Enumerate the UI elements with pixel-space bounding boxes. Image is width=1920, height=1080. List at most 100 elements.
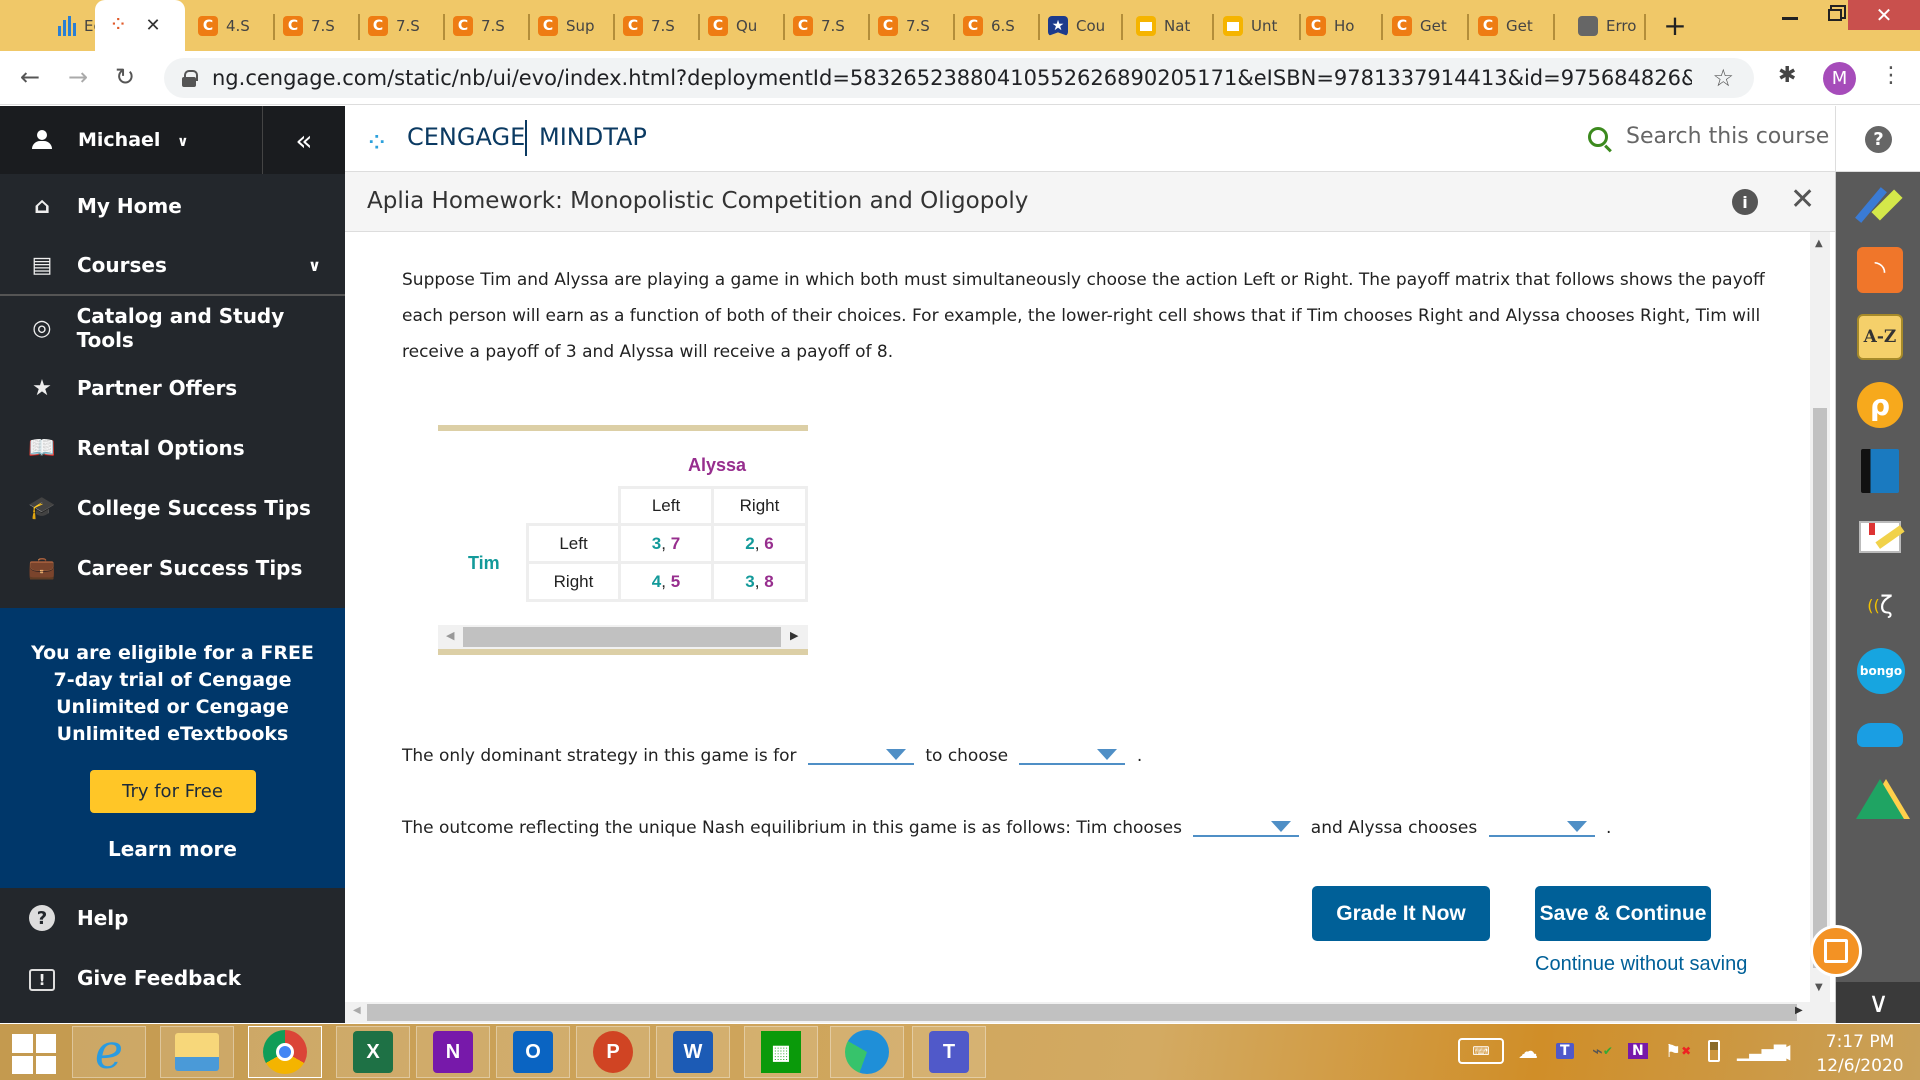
q1-player-dropdown[interactable] (807, 745, 914, 765)
sidebar-item-career-tips[interactable]: 💼 Career Success Tips (0, 538, 345, 598)
browser-tab[interactable]: Nat (1128, 8, 1214, 44)
taskbar-edge[interactable] (830, 1026, 904, 1078)
onenote-tray-icon[interactable]: N (1628, 1036, 1648, 1066)
course-search[interactable]: Search this course (1588, 124, 1829, 152)
grade-it-now-button[interactable]: Grade It Now (1312, 886, 1490, 941)
q2-alyssa-dropdown[interactable] (1488, 817, 1595, 837)
content-scrollbar[interactable]: ▲ ▼ (1810, 232, 1830, 1002)
browser-tab-active[interactable]: ⁘ ✕ (95, 0, 185, 51)
scroll-right-icon[interactable]: ▶ (1795, 1005, 1803, 1016)
battery-icon[interactable] (1708, 1036, 1720, 1066)
scroll-up-icon[interactable]: ▲ (1815, 238, 1823, 249)
scroll-down-icon[interactable]: ▼ (1815, 982, 1823, 993)
sidebar-item-courses[interactable]: ▤ Courses ∨ (0, 236, 345, 296)
sidebar-item-help[interactable]: ? Help (0, 888, 345, 948)
taskbar-onenote[interactable]: N (416, 1026, 490, 1078)
browser-menu-icon[interactable]: ⋮ (1880, 63, 1902, 88)
browser-tab[interactable]: Erro (1570, 8, 1646, 44)
scroll-right-icon[interactable]: ▶ (790, 629, 798, 642)
notes-icon[interactable] (1857, 514, 1905, 560)
page-h-scrollbar[interactable]: ◀ ▶ (345, 1002, 1835, 1023)
q1-action-dropdown[interactable] (1019, 745, 1126, 765)
sidebar-item-rental-options[interactable]: 📖 Rental Options (0, 418, 345, 478)
action-center-flag-icon[interactable]: ⚑ ✖ (1665, 1036, 1691, 1066)
close-activity-icon[interactable]: ✕ (1790, 182, 1815, 217)
browser-tab[interactable]: C 7.S (275, 8, 360, 44)
sidebar-item-feedback[interactable]: ! Give Feedback (0, 948, 345, 1008)
new-tab-button[interactable]: + (1655, 9, 1695, 42)
taskbar-excel[interactable]: X (336, 1026, 410, 1078)
user-menu[interactable]: Michael ∨ (78, 129, 188, 151)
continue-without-saving-link[interactable]: Continue without saving (1535, 953, 1747, 976)
scrollbar-thumb[interactable] (463, 627, 781, 647)
window-close-button[interactable]: ✕ (1848, 0, 1920, 30)
readspeaker-icon[interactable]: ρ (1857, 382, 1903, 428)
clock[interactable]: 7:17 PM 12/6/2020 (1815, 1030, 1905, 1078)
volume-icon[interactable]: ◀ (1775, 1036, 1790, 1066)
scrollbar-thumb[interactable] (367, 1004, 1797, 1021)
forward-icon[interactable]: → (68, 63, 88, 91)
taskbar-powerpoint[interactable]: P (576, 1026, 650, 1078)
taskbar-outlook[interactable]: O (496, 1026, 570, 1078)
reload-icon[interactable]: ↻ (115, 63, 135, 91)
browser-tab[interactable]: C 7.S (445, 8, 530, 44)
browser-tab[interactable]: C Get (1470, 8, 1555, 44)
scroll-left-icon[interactable]: ◀ (353, 1005, 361, 1016)
taskbar-store[interactable]: ▦ (744, 1026, 818, 1078)
browser-tab[interactable]: C 4.S (190, 8, 275, 44)
try-free-button[interactable]: Try for Free (89, 770, 256, 813)
matrix-h-scrollbar[interactable]: ◀ ▶ (438, 625, 808, 649)
sidebar-item-college-tips[interactable]: 🎓 College Success Tips (0, 478, 345, 538)
scrollbar-thumb[interactable] (1813, 408, 1827, 968)
taskbar-word[interactable]: W (656, 1026, 730, 1078)
teams-tray-icon[interactable]: T (1556, 1036, 1574, 1066)
windows-start-icon[interactable] (12, 1034, 56, 1074)
book-icon[interactable] (1857, 448, 1903, 494)
browser-tab[interactable]: C 7.S (785, 8, 870, 44)
taskbar-file-explorer[interactable] (160, 1026, 234, 1078)
learn-more-link[interactable]: Learn more (0, 837, 345, 861)
close-tab-icon[interactable]: ✕ (145, 15, 160, 36)
onedrive-tray-icon[interactable]: ☁ (1518, 1036, 1538, 1066)
sidebar-item-my-home[interactable]: ⌂ My Home (0, 176, 345, 236)
browser-tab[interactable]: C Get (1384, 8, 1469, 44)
address-bar[interactable]: ng.cengage.com/static/nb/ui/evo/index.ht… (164, 58, 1754, 98)
mindtap-app-launcher-icon[interactable] (1810, 925, 1862, 977)
touch-keyboard-icon[interactable]: ⌨ (1458, 1038, 1504, 1064)
save-continue-button[interactable]: Save & Continue (1535, 886, 1711, 941)
browser-tab[interactable]: C 7.S (360, 8, 445, 44)
browser-tab[interactable]: ★ Cou (1040, 8, 1123, 44)
browser-tab[interactable]: C Ho (1298, 8, 1383, 44)
browser-tab[interactable]: C Qu (700, 8, 785, 44)
sidebar-item-catalog[interactable]: ◎ Catalog and Study Tools (0, 298, 345, 358)
browser-tab[interactable]: Unt (1215, 8, 1301, 44)
taskbar-chrome[interactable] (248, 1026, 322, 1078)
speech-icon[interactable]: ((ζ (1857, 582, 1903, 628)
minimize-button[interactable] (1770, 0, 1810, 30)
a-z-icon[interactable]: A-Z (1857, 314, 1903, 360)
info-icon[interactable]: i (1732, 189, 1758, 215)
q2-tim-dropdown[interactable] (1193, 817, 1300, 837)
search-input[interactable]: Search this course (1626, 124, 1829, 149)
sidebar-item-partner-offers[interactable]: ★ Partner Offers (0, 358, 345, 418)
extensions-icon[interactable]: ✱ (1778, 63, 1796, 88)
browser-tab[interactable]: C 7.S (615, 8, 700, 44)
back-icon[interactable]: ← (20, 63, 40, 91)
bookmark-star-icon[interactable]: ☆ (1712, 64, 1734, 92)
scroll-left-icon[interactable]: ◀ (446, 629, 454, 642)
google-drive-icon[interactable] (1856, 776, 1904, 822)
browser-tab[interactable]: C 7.S (870, 8, 955, 44)
usb-tray-icon[interactable]: ⌁ ✔ (1592, 1036, 1613, 1066)
rss-icon[interactable]: ◝ (1857, 247, 1903, 293)
collapse-dock-button[interactable]: ∨ (1836, 982, 1920, 1023)
taskbar-teams[interactable]: T (912, 1026, 986, 1078)
onedrive-icon[interactable] (1857, 712, 1903, 758)
profile-avatar[interactable]: M (1823, 62, 1856, 95)
bongo-icon[interactable]: bongo (1857, 648, 1905, 694)
pencil-highlighter-icon[interactable] (1855, 182, 1903, 228)
help-icon[interactable]: ? (1865, 126, 1892, 153)
collapse-sidebar-button[interactable]: « (262, 106, 345, 174)
browser-tab[interactable]: C Sup (530, 8, 615, 44)
browser-tab[interactable]: C 6.S (955, 8, 1040, 44)
taskbar-internet-explorer[interactable]: e (72, 1026, 146, 1078)
